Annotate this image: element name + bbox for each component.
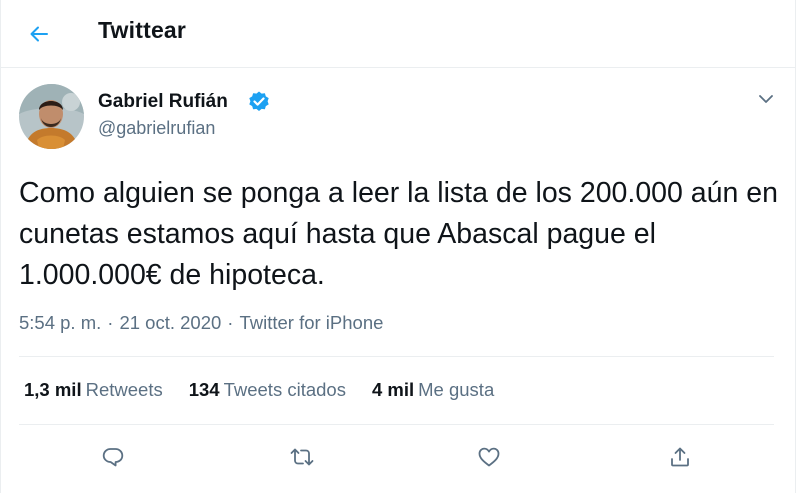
verified-badge-icon bbox=[247, 90, 271, 114]
author-handle[interactable]: @gabrielrufian bbox=[98, 118, 215, 139]
tweet-detail-page: Twittear Gabriel Rufián @gabrielrufian C… bbox=[0, 0, 796, 493]
page-title: Twittear bbox=[98, 17, 187, 43]
retweet-button[interactable] bbox=[287, 442, 317, 472]
share-button[interactable] bbox=[665, 442, 695, 472]
share-icon bbox=[671, 447, 689, 467]
tweet-time[interactable]: 5:54 p. m. bbox=[19, 312, 101, 334]
likes-count: 4 mil bbox=[371, 379, 415, 400]
tweet-metadata: 5:54 p. m. · 21 oct. 2020 · Twitter for iPho… bbox=[19, 312, 383, 334]
retweets-label: Retweets bbox=[85, 379, 163, 400]
quotes-count: 134 bbox=[188, 379, 220, 400]
meta-separator: · bbox=[107, 312, 114, 333]
like-icon bbox=[478, 447, 500, 467]
page-header: Twittear bbox=[1, 0, 795, 68]
retweet-icon bbox=[290, 448, 314, 466]
chevron-down-icon bbox=[759, 95, 773, 103]
tweet-source[interactable]: Twitter for iPhone bbox=[239, 312, 383, 334]
reply-button[interactable] bbox=[98, 442, 128, 472]
back-button[interactable] bbox=[23, 18, 55, 50]
quotes-stat[interactable]: 134 Tweets citados bbox=[189, 379, 346, 401]
more-options-button[interactable] bbox=[753, 86, 779, 112]
reply-icon bbox=[102, 448, 124, 467]
avatar[interactable] bbox=[19, 84, 84, 149]
retweets-count: 1,3 mil bbox=[24, 379, 82, 400]
tweet-stats: 1,3 mil Retweets 134 Tweets citados 4 mil M… bbox=[24, 379, 494, 401]
divider bbox=[19, 356, 774, 357]
likes-stat[interactable]: 4 mil Me gusta bbox=[372, 379, 494, 401]
likes-label: Me gusta bbox=[418, 379, 495, 400]
arrow-left-icon bbox=[30, 26, 48, 42]
retweets-stat[interactable]: 1,3 mil Retweets bbox=[24, 379, 163, 401]
divider bbox=[19, 424, 774, 425]
meta-separator: · bbox=[227, 312, 234, 333]
tweet-text: Como alguien se ponga a leer la lista de… bbox=[19, 177, 778, 291]
author-name[interactable]: Gabriel Rufián bbox=[98, 91, 228, 113]
like-button[interactable] bbox=[474, 442, 504, 472]
quotes-label: Tweets citados bbox=[223, 379, 346, 400]
tweet-date[interactable]: 21 oct. 2020 bbox=[119, 312, 221, 334]
